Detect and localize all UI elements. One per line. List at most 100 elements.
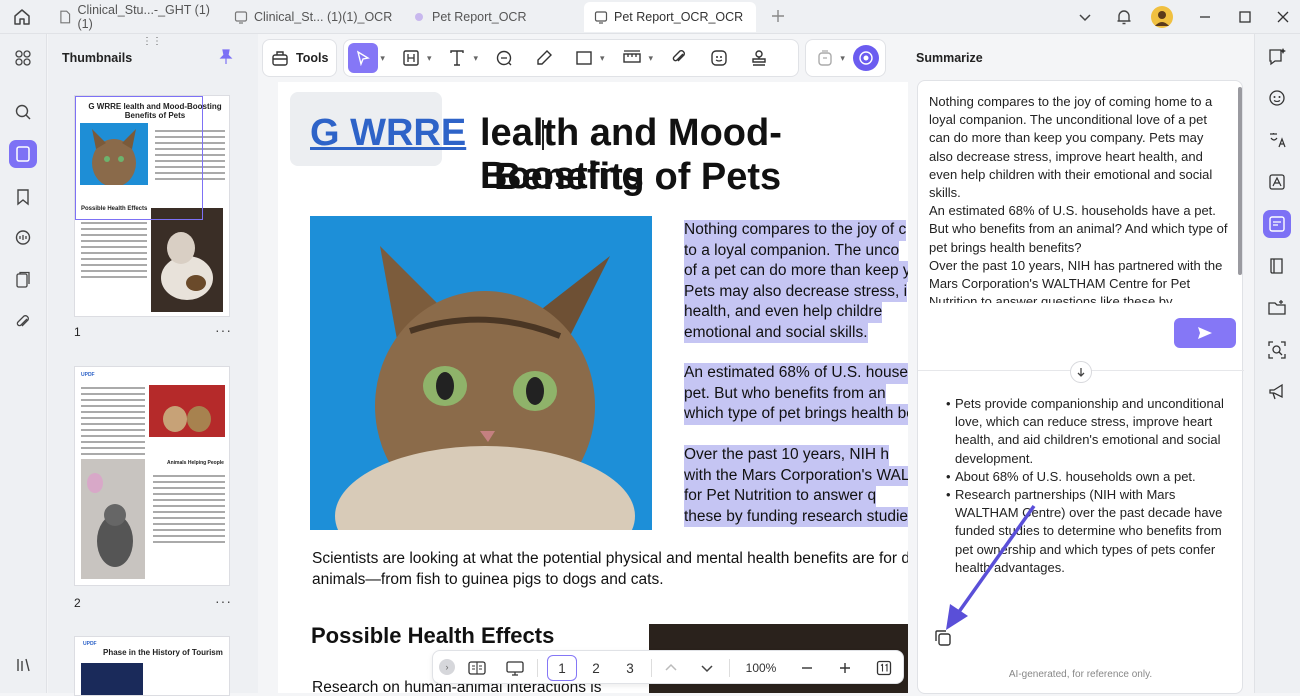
comment-icon[interactable] xyxy=(9,224,37,252)
tab-pet-report-ocr[interactable]: Pet Report_OCR xyxy=(402,2,580,32)
tab-clinical-ocr[interactable]: Clinical_St... (1)(1)_OCR xyxy=(224,2,400,32)
attach-tool[interactable] xyxy=(665,43,693,73)
text-tool[interactable] xyxy=(443,43,471,73)
tab-clinical-1[interactable]: Clinical_Stu...-_GHT (1)(1) xyxy=(48,2,220,32)
arrow-down-icon[interactable] xyxy=(1070,361,1092,383)
chevron-down-icon[interactable]: ▾ xyxy=(840,53,845,64)
pages-icon[interactable] xyxy=(9,266,37,294)
home-icon[interactable] xyxy=(8,4,36,30)
page-button-3[interactable]: 3 xyxy=(615,655,645,681)
maximize-icon[interactable] xyxy=(1232,4,1258,30)
highlighted-line[interactable]: with the Mars Corporation's WAL xyxy=(684,465,908,486)
highlighter-tool[interactable] xyxy=(530,43,558,73)
fit-page-icon[interactable] xyxy=(871,655,897,681)
ai-assistant-button[interactable] xyxy=(852,45,879,71)
translate-icon[interactable] xyxy=(1263,126,1291,154)
chevron-down-icon[interactable]: ▾ xyxy=(473,53,478,64)
ocr-text-link[interactable]: G WRRE xyxy=(310,112,466,155)
layers-icon[interactable] xyxy=(9,651,37,679)
speech-bubble-icon xyxy=(496,50,512,66)
chevron-down-icon[interactable]: ▾ xyxy=(380,53,385,64)
visible-area-frame[interactable] xyxy=(75,96,203,220)
thumb-dog-image xyxy=(151,208,223,312)
page-button-2[interactable]: 2 xyxy=(581,655,611,681)
user-avatar[interactable] xyxy=(1149,4,1175,30)
highlighted-line[interactable]: to a loyal companion. The unco xyxy=(684,240,900,261)
storage-tool[interactable] xyxy=(812,43,838,73)
page-thumbnail-2[interactable]: UPDF Animals Helping People xyxy=(74,366,230,586)
send-icon xyxy=(1198,327,1212,339)
highlighted-line[interactable]: Over the past 10 years, NIH h xyxy=(684,445,890,466)
ai-bot-icon[interactable] xyxy=(1263,84,1291,112)
document-icon xyxy=(60,10,71,24)
summary-input[interactable]: Nothing compares to the joy of coming ho… xyxy=(929,93,1229,303)
page-more-menu[interactable]: ··· xyxy=(215,322,232,338)
chevron-down-icon[interactable]: ▾ xyxy=(427,53,432,64)
presentation-icon[interactable] xyxy=(501,655,529,681)
grid-view-icon[interactable] xyxy=(9,44,37,72)
scrollbar[interactable] xyxy=(1238,87,1242,275)
page-button-1[interactable]: 1 xyxy=(547,655,577,681)
measure-tool[interactable] xyxy=(617,43,647,73)
thumb-dogs-image xyxy=(149,385,225,437)
bell-icon[interactable] xyxy=(1111,4,1137,30)
highlighted-line[interactable]: for Pet Nutrition to answer q xyxy=(684,486,877,507)
highlighted-line[interactable]: which type of pet brings health be xyxy=(684,404,908,425)
zoom-in-icon[interactable] xyxy=(833,655,857,681)
cat-photo xyxy=(310,216,652,530)
bookmark-icon[interactable] xyxy=(9,183,37,211)
highlighted-line[interactable]: An estimated 68% of U.S. house xyxy=(684,363,908,384)
reading-mode-icon[interactable] xyxy=(463,655,491,681)
tools-button[interactable]: Tools xyxy=(262,39,338,77)
chevron-down-icon[interactable] xyxy=(695,655,719,681)
chevron-down-icon[interactable]: ▾ xyxy=(600,53,605,64)
minimize-icon[interactable] xyxy=(1192,4,1218,30)
folder-add-icon[interactable] xyxy=(1263,294,1291,322)
select-tool-button[interactable] xyxy=(348,43,379,73)
page-more-menu[interactable]: ··· xyxy=(215,593,232,609)
drag-handle[interactable]: ⋮⋮ xyxy=(142,36,162,47)
pin-icon[interactable] xyxy=(218,48,234,66)
megaphone-icon[interactable] xyxy=(1263,378,1291,406)
document-page: G WRRE lealth and Mood-Boosting Benefits… xyxy=(278,82,908,693)
highlighted-line[interactable]: Nothing compares to the joy of c xyxy=(684,220,907,241)
tools-label: Tools xyxy=(296,51,329,65)
chevron-down-icon[interactable] xyxy=(1072,4,1098,30)
panel-title: Summarize xyxy=(916,51,983,65)
copy-icon[interactable] xyxy=(933,628,953,648)
thumb-cat-plant-image xyxy=(81,459,145,579)
highlighted-line[interactable]: these by funding research studie xyxy=(684,506,908,527)
thumb-text-lines xyxy=(153,471,225,547)
sticker-tool[interactable] xyxy=(705,43,733,73)
close-icon[interactable] xyxy=(1270,4,1296,30)
chevron-down-icon[interactable]: ▾ xyxy=(649,53,654,64)
text-box-tool[interactable] xyxy=(397,43,425,73)
scan-search-icon[interactable] xyxy=(1263,336,1291,364)
search-icon[interactable] xyxy=(9,98,37,126)
highlighted-line[interactable]: pet. But who benefits from an xyxy=(684,383,886,404)
new-tab-icon[interactable] xyxy=(768,6,788,26)
collapse-arrow-icon[interactable]: › xyxy=(439,659,455,675)
highlighted-line[interactable]: of a pet can do more than keep y xyxy=(684,261,908,282)
highlighted-line[interactable]: health, and even help childre xyxy=(684,302,883,323)
highlighted-line[interactable]: Pets may also decrease stress, i xyxy=(684,281,908,302)
ai-icon xyxy=(859,51,873,65)
comment-tool[interactable] xyxy=(490,43,518,73)
zoom-level[interactable]: 100% xyxy=(739,655,783,681)
attachment-icon[interactable] xyxy=(9,308,37,336)
ocr-doc-icon xyxy=(234,11,248,24)
highlighted-line[interactable]: emotional and social skills. xyxy=(684,322,868,343)
tab-pet-report-ocr-ocr[interactable]: Pet Report_OCR_OCR xyxy=(584,2,756,32)
stamp-tool[interactable] xyxy=(745,43,773,73)
shape-tool[interactable] xyxy=(570,43,598,73)
book-icon[interactable] xyxy=(1263,252,1291,280)
ai-chat-icon[interactable] xyxy=(1263,42,1291,70)
send-button[interactable] xyxy=(1174,318,1236,348)
ocr-text-icon[interactable] xyxy=(1263,168,1291,196)
chevron-up-icon[interactable] xyxy=(659,655,683,681)
page-thumbnail-3[interactable]: UPDF Phase in the History of Tourism xyxy=(74,636,230,696)
page-number: 1 xyxy=(74,325,81,339)
summarize-icon[interactable] xyxy=(1263,210,1291,238)
zoom-out-icon[interactable] xyxy=(795,655,819,681)
thumbnails-icon[interactable] xyxy=(9,140,37,168)
